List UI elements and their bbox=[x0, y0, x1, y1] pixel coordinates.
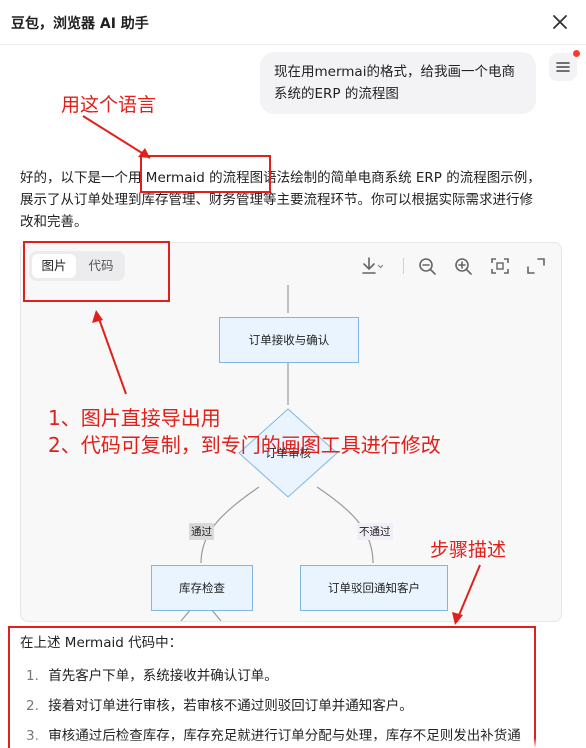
list-item-text: 首先客户下单，系统接收并确认订单。 bbox=[48, 668, 278, 684]
arrow-to-mermaid bbox=[82, 115, 151, 159]
list-item: 1. 首先客户下单，系统接收并确认订单。 bbox=[26, 664, 278, 684]
list-item-number: 1. bbox=[26, 668, 39, 684]
list-item-text: 接着对订单进行审核，若审核不通过则驳回订单并通知客户。 bbox=[48, 698, 413, 714]
arrow-to-steps bbox=[456, 564, 481, 621]
annotation-note1: 1、图片直接导出用 bbox=[48, 406, 221, 430]
annotation-steps: 步骤描述 bbox=[430, 539, 507, 561]
list-item: 2. 接着对订单进行审核，若审核不通过则驳回订单并通知客户。 bbox=[26, 694, 413, 714]
annotation-note2: 2、代码可复制，到专门的画图工具进行修改 bbox=[48, 433, 441, 457]
notes-heading: 在上述 Mermaid 代码中： bbox=[20, 635, 183, 651]
arrow-to-tabs bbox=[97, 315, 127, 395]
bottom-fade bbox=[20, 738, 560, 748]
list-item-number: 2. bbox=[26, 698, 39, 714]
